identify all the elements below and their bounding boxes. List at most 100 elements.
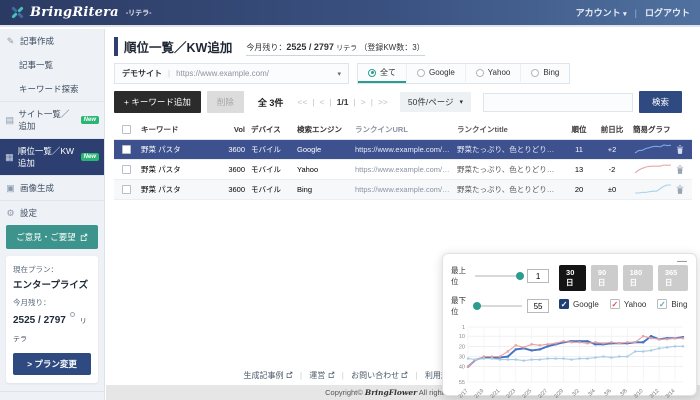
svg-text:3/12: 3/12	[649, 388, 661, 400]
select-all-checkbox[interactable]	[122, 125, 131, 134]
google-checkbox[interactable]: ✓ Google	[559, 299, 599, 309]
add-keyword-button[interactable]: + キーワード追加	[114, 91, 201, 113]
plan-current-label: 現在プラン：	[13, 264, 91, 275]
sidebar-item-image-generate[interactable]: ▣ 画像生成	[0, 175, 104, 200]
engine-filter-google[interactable]: Google	[406, 64, 465, 83]
bing-checkbox[interactable]: ✓ Bing	[657, 299, 687, 309]
svg-text:2/19: 2/19	[474, 388, 486, 400]
gear-icon: ⚙	[5, 208, 16, 219]
table-row[interactable]: 野菜 パスタ 3600 モバイル Yahoo https://www.examp…	[114, 160, 692, 180]
range-30d-button[interactable]: 30日	[559, 265, 586, 291]
row-checkbox[interactable]	[122, 185, 131, 194]
footer-link-sample-articles[interactable]: 生成記事例	[244, 371, 293, 380]
svg-text:2/25: 2/25	[521, 388, 533, 400]
radio-icon	[476, 69, 484, 77]
plan-card: 現在プラン： エンタープライズ 今月残り： 2525 / 2797 リテラ > …	[6, 256, 98, 383]
info-icon[interactable]	[70, 312, 75, 317]
sidebar-item-settings[interactable]: ⚙ 設定	[0, 200, 104, 225]
slider-handle[interactable]	[516, 272, 524, 280]
range-90d-button[interactable]: 90日	[591, 265, 618, 291]
radio-icon	[368, 69, 376, 77]
pagination: << | < | 1/1 | > | >>	[297, 97, 388, 107]
first-page-button[interactable]: <<	[297, 97, 307, 107]
next-page-button[interactable]: >	[361, 97, 366, 107]
flower-logo-icon	[10, 5, 25, 20]
footer-link-management[interactable]: 運営	[309, 371, 334, 380]
minimize-button[interactable]: —	[677, 256, 687, 267]
radio-icon	[531, 69, 539, 77]
table-row[interactable]: 野菜 パスタ 3600 モバイル Bing https://www.exampl…	[114, 180, 692, 200]
chevron-down-icon: ▾	[460, 98, 464, 106]
svg-text:55: 55	[459, 380, 465, 386]
chevron-down-icon: ▾	[623, 11, 627, 18]
total-count: 全 3件	[258, 96, 284, 109]
rank-trend-panel: — 最上位 最下位 30日 90日 180日 365日 ✓	[442, 253, 697, 396]
engine-filter-all[interactable]: 全て	[358, 64, 406, 83]
chevron-down-icon: ▾	[337, 70, 341, 78]
sidebar-item-article-list[interactable]: 記事一覧	[0, 53, 104, 77]
account-menu[interactable]: アカウント ▾	[576, 6, 627, 19]
trash-icon[interactable]	[676, 165, 684, 174]
top-rank-slider[interactable]	[475, 275, 522, 277]
search-input[interactable]	[483, 93, 633, 112]
plan-name: エンタープライズ	[13, 277, 91, 291]
range-180d-button[interactable]: 180日	[623, 265, 653, 291]
bottom-rank-slider[interactable]	[475, 305, 522, 307]
prev-page-button[interactable]: <	[320, 97, 325, 107]
top-rank-label: 最上位	[451, 265, 470, 287]
page-indicator: 1/1	[337, 97, 349, 107]
management-link[interactable]: > 運営	[0, 391, 104, 400]
brand-logo: BringRitera -リテラ-	[10, 5, 151, 20]
yahoo-checkbox[interactable]: ✓ Yahoo	[610, 299, 647, 309]
svg-text:2/27: 2/27	[537, 388, 549, 400]
table-header-row: キーワード Vol デバイス 検索エンジン ランクインURL ランクインtitl…	[114, 120, 692, 140]
rank-trend-chart: 110203040552/172/192/212/232/252/272/293…	[451, 322, 689, 400]
checkbox-icon: ✓	[559, 299, 569, 309]
mini-trend-chart	[633, 148, 673, 157]
sidebar: ✎ 記事作成 記事一覧 キーワード探索 ▤ サイト一覧／追加 New ▦ 順位一…	[0, 29, 105, 400]
engine-filter-yahoo[interactable]: Yahoo	[465, 64, 521, 83]
checkbox-icon: ✓	[657, 299, 667, 309]
plan-change-button[interactable]: > プラン変更	[13, 353, 91, 375]
svg-text:10: 10	[459, 334, 465, 340]
svg-text:20: 20	[459, 344, 465, 350]
document-icon: ▤	[5, 115, 14, 126]
feedback-button[interactable]: ご意見・ご要望	[6, 225, 98, 249]
per-page-select[interactable]: 50件/ページ ▾	[400, 92, 471, 112]
sidebar-item-rank-list[interactable]: ▦ 順位一覧／KW追加 New	[0, 138, 104, 175]
logout-button[interactable]: ログアウト	[645, 6, 690, 19]
slider-handle[interactable]	[473, 302, 481, 310]
sidebar-item-keyword-research[interactable]: キーワード探索	[0, 77, 104, 101]
delete-button[interactable]: 削除	[207, 91, 244, 113]
copyright-brand: BringFlower	[365, 388, 417, 397]
bottom-rank-label: 最下位	[451, 295, 470, 317]
bottom-rank-input[interactable]	[527, 299, 549, 313]
page-title: 順位一覧／KW追加	[114, 37, 232, 56]
svg-text:3/10: 3/10	[633, 388, 645, 400]
range-365d-button[interactable]: 365日	[658, 265, 688, 291]
plan-remaining-label: 今月残り：	[13, 297, 91, 308]
svg-text:3/8: 3/8	[619, 388, 629, 398]
table-row[interactable]: 野菜 パスタ 3600 モバイル Google https://www.exam…	[114, 140, 692, 160]
brand-name: BringRitera	[30, 5, 119, 20]
svg-text:2/23: 2/23	[506, 388, 518, 400]
row-checkbox[interactable]	[122, 165, 131, 174]
svg-text:30: 30	[459, 355, 465, 361]
top-rank-input[interactable]	[527, 269, 549, 283]
site-select[interactable]: デモサイト | https://www.example.com/ ▾	[114, 63, 349, 84]
sidebar-item-article-create[interactable]: ✎ 記事作成	[0, 29, 104, 53]
footer-link-contact[interactable]: お問い合わせ	[351, 371, 408, 380]
sidebar-item-site-list[interactable]: ▤ サイト一覧／追加 New	[0, 101, 104, 138]
row-checkbox[interactable]	[122, 145, 131, 154]
svg-text:3/6: 3/6	[603, 388, 613, 398]
brand-suffix: -リテラ-	[126, 8, 152, 18]
search-button[interactable]: 検索	[639, 91, 682, 113]
new-badge: New	[81, 116, 99, 124]
trash-icon[interactable]	[676, 185, 684, 194]
last-page-button[interactable]: >>	[378, 97, 388, 107]
svg-text:3/4: 3/4	[587, 388, 597, 398]
svg-text:2/21: 2/21	[490, 388, 502, 400]
checkbox-icon: ✓	[610, 299, 620, 309]
engine-filter-bing[interactable]: Bing	[520, 64, 569, 83]
trash-icon[interactable]	[676, 145, 684, 154]
